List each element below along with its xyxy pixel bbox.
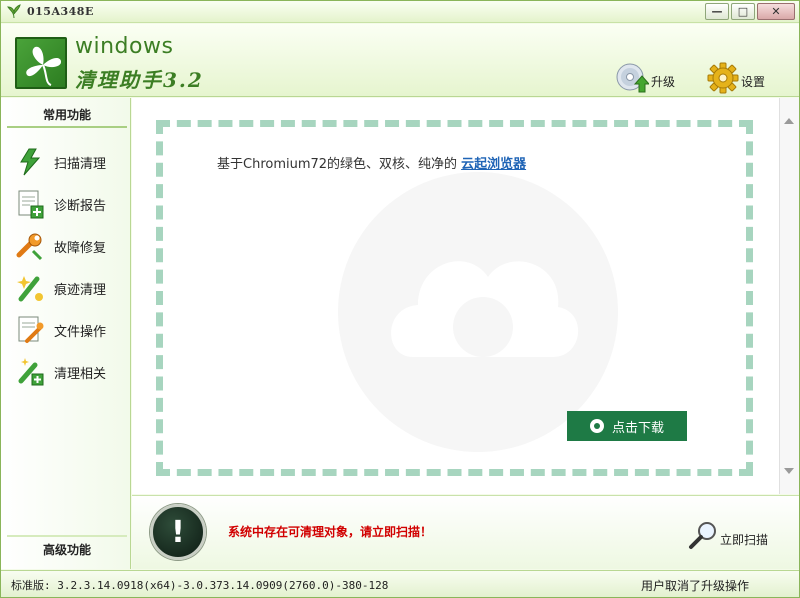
brand-title: windows <box>75 34 174 59</box>
sidebar-item-file-operation[interactable]: 文件操作 <box>15 312 125 348</box>
sidebar-item-diagnostic-report[interactable]: 诊断报告 <box>15 186 125 222</box>
browser-link[interactable]: 云起浏览器 <box>461 157 526 172</box>
sidebar-item-label: 痕迹清理 <box>54 282 107 298</box>
alert-symbol: ! <box>171 515 185 550</box>
sidebar-item-clean-related[interactable]: 清理相关 <box>15 354 125 390</box>
app-header: windows 清理助手3.2 升级 设置 <box>1 24 799 97</box>
download-button[interactable]: 点击下载 <box>567 411 687 441</box>
sidebar-item-label: 清理相关 <box>54 366 107 382</box>
maximize-icon: □ <box>737 5 749 18</box>
ad-banner: 基于Chromium72的绿色、双核、纯净的 云起浏览器 点击下载 <box>156 120 753 476</box>
minimize-button[interactable]: — <box>705 3 729 20</box>
ad-text: 基于Chromium72的绿色、双核、纯净的 <box>217 157 458 172</box>
sidebar-item-label: 诊断报告 <box>54 198 107 214</box>
broom-icon <box>17 276 43 302</box>
magnifier-icon <box>689 522 716 549</box>
clover-logo-icon <box>26 46 62 86</box>
upgrade-button[interactable]: 升级 <box>615 60 675 94</box>
sidebar-item-label: 文件操作 <box>54 324 107 340</box>
gear-icon <box>707 62 739 94</box>
version-info: 标准版: 3.2.3.14.0918(x64)-3.0.373.14.0909(… <box>11 579 389 592</box>
close-button[interactable]: ✕ <box>757 3 795 20</box>
cd-upgrade-icon <box>616 63 649 93</box>
scroll-up-icon[interactable] <box>784 118 794 124</box>
tools-icon <box>18 358 44 386</box>
close-icon: ✕ <box>771 5 781 18</box>
title-bar[interactable]: 015A348E — □ ✕ <box>1 1 799 23</box>
scan-now-button[interactable]: 立即扫描 <box>688 518 768 550</box>
sidebar-section-advanced[interactable]: 高级功能 <box>7 535 127 561</box>
main-content: 基于Chromium72的绿色、双核、纯净的 云起浏览器 点击下载 <box>132 98 779 494</box>
settings-button[interactable]: 设置 <box>707 60 765 94</box>
browser-logo-icon <box>589 419 604 433</box>
wrench-icon <box>16 233 43 261</box>
leaf-icon <box>7 4 21 19</box>
brand-subtitle: 清理助手3.2 <box>75 68 204 92</box>
window-controls: — □ ✕ <box>703 3 795 20</box>
settings-label: 设置 <box>741 75 766 89</box>
update-notice: 用户取消了升级操作 <box>640 579 749 593</box>
sidebar-item-trace-clean[interactable]: 痕迹清理 <box>15 270 125 306</box>
sidebar-item-label: 扫描清理 <box>54 156 107 172</box>
app-logo <box>15 37 67 89</box>
sidebar-item-fault-repair[interactable]: 故障修复 <box>15 228 125 264</box>
document-edit-icon <box>18 316 44 343</box>
sidebar-section-common: 常用功能 <box>7 102 127 128</box>
alert-icon: ! <box>150 504 206 560</box>
scan-now-label: 立即扫描 <box>720 533 769 547</box>
app-window: 015A348E — □ ✕ windows 清理助手3.2 升级 设置 常用功… <box>0 0 800 598</box>
lightning-icon <box>20 148 41 176</box>
ad-description: 基于Chromium72的绿色、双核、纯净的 云起浏览器 <box>217 153 526 172</box>
upgrade-label: 升级 <box>651 75 676 89</box>
download-label: 点击下载 <box>611 420 664 436</box>
status-bar: 标准版: 3.2.3.14.0918(x64)-3.0.373.14.0909(… <box>1 570 799 597</box>
vertical-scrollbar[interactable] <box>779 98 799 494</box>
status-message: 系统中存在可清理对象，请立即扫描！ <box>228 525 433 539</box>
sidebar-item-scan-clean[interactable]: 扫描清理 <box>15 144 125 180</box>
window-title: 015A348E <box>27 5 94 18</box>
scroll-down-icon[interactable] <box>784 468 794 474</box>
report-add-icon <box>18 190 44 219</box>
sidebar-item-label: 故障修复 <box>54 240 107 256</box>
maximize-button[interactable]: □ <box>731 3 755 20</box>
status-panel: ! 系统中存在可清理对象，请立即扫描！ 立即扫描 <box>132 495 799 569</box>
minimize-icon: — <box>711 5 723 18</box>
sidebar: 常用功能 扫描清理 诊断报告 故障修复 痕迹清理 文件操作 清理相关 高级功能 <box>1 98 131 569</box>
